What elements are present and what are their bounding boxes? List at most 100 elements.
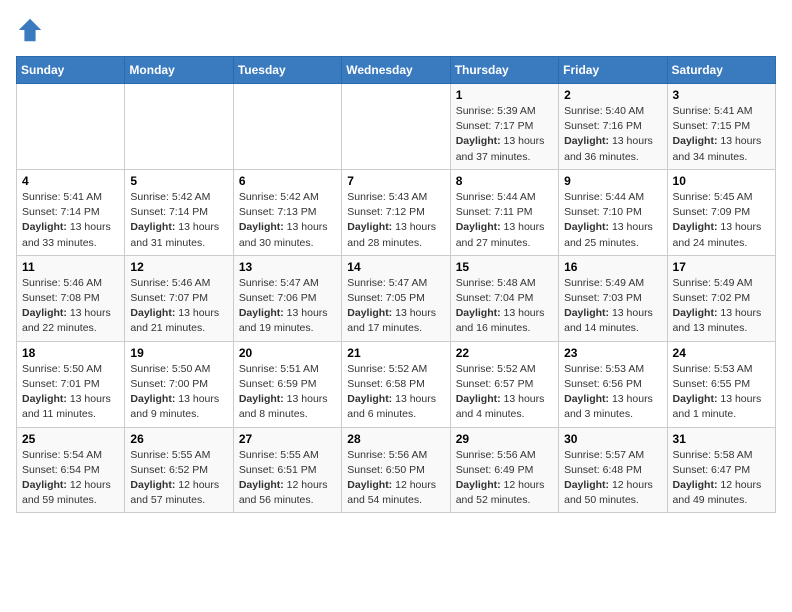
day-detail: Sunrise: 5:49 AMSunset: 7:02 PMDaylight:…	[673, 276, 770, 337]
day-number: 21	[347, 346, 444, 360]
logo	[16, 16, 48, 44]
calendar-cell: 3Sunrise: 5:41 AMSunset: 7:15 PMDaylight…	[667, 84, 775, 170]
day-detail: Sunrise: 5:57 AMSunset: 6:48 PMDaylight:…	[564, 448, 661, 509]
day-number: 2	[564, 88, 661, 102]
day-number: 3	[673, 88, 770, 102]
calendar-cell: 30 Sunrise: 5:57 AMSunset: 6:48 PMDayligh…	[559, 427, 667, 513]
day-detail: Sunrise: 5:53 AMSunset: 6:55 PMDaylight:…	[673, 362, 770, 423]
calendar-cell: 9 Sunrise: 5:44 AMSunset: 7:10 PMDaylight…	[559, 169, 667, 255]
calendar-cell: 4 Sunrise: 5:41 AMSunset: 7:14 PMDaylight…	[17, 169, 125, 255]
day-number: 7	[347, 174, 444, 188]
calendar-cell: 29Sunrise: 5:56 AMSunset: 6:49 PMDayligh…	[450, 427, 558, 513]
calendar-cell: 2 Sunrise: 5:40 AMSunset: 7:16 PMDaylight…	[559, 84, 667, 170]
weekday-header: Wednesday	[342, 57, 450, 84]
day-detail: Sunrise: 5:52 AMSunset: 6:58 PMDaylight:…	[347, 362, 444, 423]
day-number: 16	[564, 260, 661, 274]
day-detail: Sunrise: 5:46 AMSunset: 7:08 PMDaylight:…	[22, 276, 119, 337]
day-detail: Sunrise: 5:47 AMSunset: 7:05 PMDaylight:…	[347, 276, 444, 337]
day-number: 18	[22, 346, 119, 360]
day-number: 20	[239, 346, 336, 360]
day-number: 11	[22, 260, 119, 274]
day-detail: Sunrise: 5:44 AMSunset: 7:10 PMDaylight:…	[564, 190, 661, 251]
calendar-table: SundayMondayTuesdayWednesdayThursdayFrid…	[16, 56, 776, 513]
calendar-cell	[17, 84, 125, 170]
day-number: 27	[239, 432, 336, 446]
day-number: 1	[456, 88, 553, 102]
logo-icon	[16, 16, 44, 44]
day-number: 13	[239, 260, 336, 274]
weekday-header: Saturday	[667, 57, 775, 84]
day-detail: Sunrise: 5:41 AMSunset: 7:14 PMDaylight:…	[22, 190, 119, 251]
day-detail: Sunrise: 5:44 AMSunset: 7:11 PMDaylight:…	[456, 190, 553, 251]
day-number: 9	[564, 174, 661, 188]
calendar-cell: 13 Sunrise: 5:47 AMSunset: 7:06 PMDayligh…	[233, 255, 341, 341]
day-detail: Sunrise: 5:52 AMSunset: 6:57 PMDaylight:…	[456, 362, 553, 423]
calendar-cell: 28 Sunrise: 5:56 AMSunset: 6:50 PMDayligh…	[342, 427, 450, 513]
day-detail: Sunrise: 5:47 AMSunset: 7:06 PMDaylight:…	[239, 276, 336, 337]
weekday-header: Tuesday	[233, 57, 341, 84]
weekday-header: Monday	[125, 57, 233, 84]
day-detail: Sunrise: 5:42 AMSunset: 7:14 PMDaylight:…	[130, 190, 227, 251]
calendar-week-row: 1 Sunrise: 5:39 AMSunset: 7:17 PMDaylight…	[17, 84, 776, 170]
day-number: 31	[673, 432, 770, 446]
day-number: 28	[347, 432, 444, 446]
calendar-cell: 22 Sunrise: 5:52 AMSunset: 6:57 PMDayligh…	[450, 341, 558, 427]
day-number: 4	[22, 174, 119, 188]
calendar-cell	[233, 84, 341, 170]
day-detail: Sunrise: 5:49 AMSunset: 7:03 PMDaylight:…	[564, 276, 661, 337]
calendar-cell: 27 Sunrise: 5:55 AMSunset: 6:51 PMDayligh…	[233, 427, 341, 513]
day-detail: Sunrise: 5:40 AMSunset: 7:16 PMDaylight:…	[564, 104, 661, 165]
calendar-cell: 1 Sunrise: 5:39 AMSunset: 7:17 PMDaylight…	[450, 84, 558, 170]
day-detail: Sunrise: 5:50 AMSunset: 7:00 PMDaylight:…	[130, 362, 227, 423]
day-detail: Sunrise: 5:45 AMSunset: 7:09 PMDaylight:…	[673, 190, 770, 251]
calendar-cell	[125, 84, 233, 170]
day-number: 19	[130, 346, 227, 360]
day-number: 17	[673, 260, 770, 274]
calendar-cell: 5 Sunrise: 5:42 AMSunset: 7:14 PMDaylight…	[125, 169, 233, 255]
day-number: 22	[456, 346, 553, 360]
weekday-header: Sunday	[17, 57, 125, 84]
day-number: 30	[564, 432, 661, 446]
day-number: 23	[564, 346, 661, 360]
day-detail: Sunrise: 5:51 AMSunset: 6:59 PMDaylight:…	[239, 362, 336, 423]
day-detail: Sunrise: 5:43 AMSunset: 7:12 PMDaylight:…	[347, 190, 444, 251]
calendar-week-row: 4 Sunrise: 5:41 AMSunset: 7:14 PMDaylight…	[17, 169, 776, 255]
weekday-header: Friday	[559, 57, 667, 84]
day-detail: Sunrise: 5:55 AMSunset: 6:51 PMDaylight:…	[239, 448, 336, 509]
day-number: 26	[130, 432, 227, 446]
day-number: 8	[456, 174, 553, 188]
calendar-cell: 31Sunrise: 5:58 AMSunset: 6:47 PMDayligh…	[667, 427, 775, 513]
calendar-cell: 11 Sunrise: 5:46 AMSunset: 7:08 PMDayligh…	[17, 255, 125, 341]
day-number: 6	[239, 174, 336, 188]
calendar-cell: 10 Sunrise: 5:45 AMSunset: 7:09 PMDayligh…	[667, 169, 775, 255]
calendar-cell: 24 Sunrise: 5:53 AMSunset: 6:55 PMDayligh…	[667, 341, 775, 427]
calendar-cell: 14 Sunrise: 5:47 AMSunset: 7:05 PMDayligh…	[342, 255, 450, 341]
day-number: 10	[673, 174, 770, 188]
calendar-cell: 25Sunrise: 5:54 AMSunset: 6:54 PMDayligh…	[17, 427, 125, 513]
day-number: 14	[347, 260, 444, 274]
calendar-cell: 6Sunrise: 5:42 AMSunset: 7:13 PMDaylight…	[233, 169, 341, 255]
day-detail: Sunrise: 5:48 AMSunset: 7:04 PMDaylight:…	[456, 276, 553, 337]
day-detail: Sunrise: 5:54 AMSunset: 6:54 PMDaylight:…	[22, 448, 119, 509]
calendar-cell: 16 Sunrise: 5:49 AMSunset: 7:03 PMDayligh…	[559, 255, 667, 341]
day-number: 12	[130, 260, 227, 274]
calendar-cell: 15Sunrise: 5:48 AMSunset: 7:04 PMDayligh…	[450, 255, 558, 341]
page-header	[16, 16, 776, 44]
calendar-cell: 7 Sunrise: 5:43 AMSunset: 7:12 PMDaylight…	[342, 169, 450, 255]
calendar-cell: 8 Sunrise: 5:44 AMSunset: 7:11 PMDaylight…	[450, 169, 558, 255]
calendar-cell: 12Sunrise: 5:46 AMSunset: 7:07 PMDayligh…	[125, 255, 233, 341]
calendar-week-row: 11 Sunrise: 5:46 AMSunset: 7:08 PMDayligh…	[17, 255, 776, 341]
calendar-cell	[342, 84, 450, 170]
calendar-week-row: 25Sunrise: 5:54 AMSunset: 6:54 PMDayligh…	[17, 427, 776, 513]
calendar-cell: 18 Sunrise: 5:50 AMSunset: 7:01 PMDayligh…	[17, 341, 125, 427]
weekday-header: Thursday	[450, 57, 558, 84]
day-detail: Sunrise: 5:39 AMSunset: 7:17 PMDaylight:…	[456, 104, 553, 165]
day-detail: Sunrise: 5:50 AMSunset: 7:01 PMDaylight:…	[22, 362, 119, 423]
day-detail: Sunrise: 5:56 AMSunset: 6:49 PMDaylight:…	[456, 448, 553, 509]
calendar-cell: 20 Sunrise: 5:51 AMSunset: 6:59 PMDayligh…	[233, 341, 341, 427]
day-detail: Sunrise: 5:56 AMSunset: 6:50 PMDaylight:…	[347, 448, 444, 509]
day-detail: Sunrise: 5:55 AMSunset: 6:52 PMDaylight:…	[130, 448, 227, 509]
day-number: 24	[673, 346, 770, 360]
day-number: 5	[130, 174, 227, 188]
day-detail: Sunrise: 5:53 AMSunset: 6:56 PMDaylight:…	[564, 362, 661, 423]
